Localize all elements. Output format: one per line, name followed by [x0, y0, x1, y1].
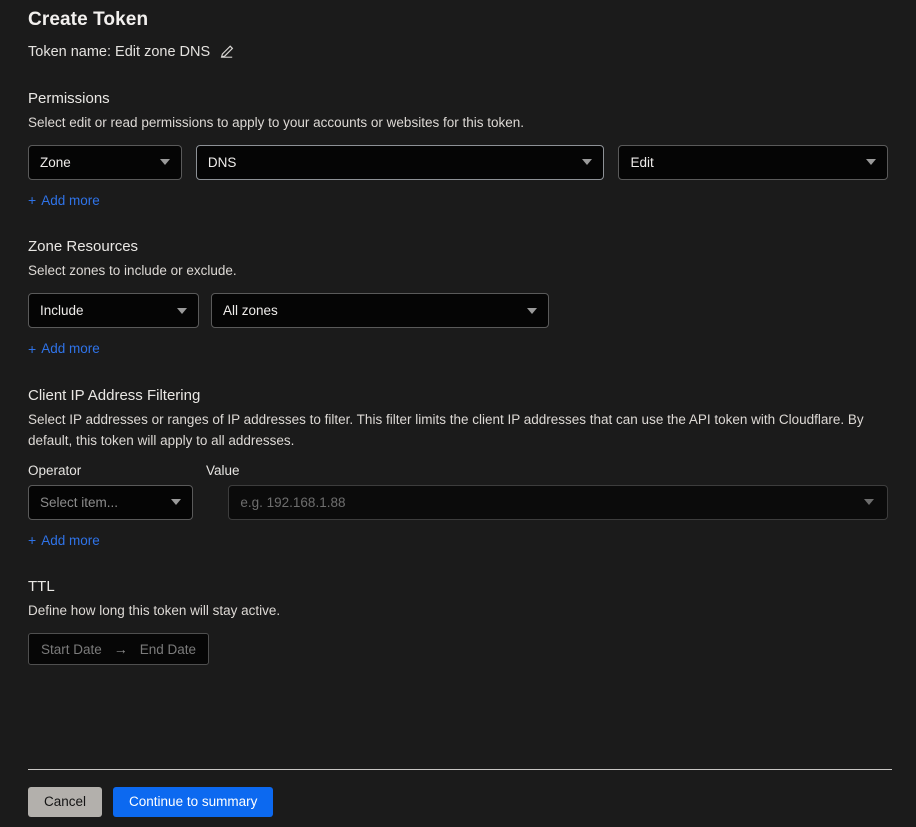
- page-title: Create Token: [28, 9, 149, 30]
- zone-resource-target-value: All zones: [223, 303, 278, 319]
- token-name-label: Token name: Edit zone DNS: [28, 44, 211, 60]
- client-ip-filtering-title: Client IP Address Filtering: [28, 386, 201, 404]
- client-ip-filtering-description: Select IP addresses or ranges of IP addr…: [28, 411, 864, 448]
- permissions-add-more-label: Add more: [41, 192, 100, 208]
- pencil-icon[interactable]: [219, 44, 235, 60]
- chevron-down-icon: [582, 159, 593, 166]
- permissions-description: Select edit or read permissions to apply…: [28, 115, 524, 130]
- permission-access-select[interactable]: Edit: [618, 144, 888, 180]
- chevron-down-icon: [865, 159, 876, 166]
- permission-scope-value: DNS: [207, 154, 237, 170]
- client-ip-value-placeholder: e.g. 192.168.1.88: [240, 494, 346, 510]
- zone-resource-mode-value: Include: [40, 303, 84, 319]
- chevron-down-icon: [159, 159, 170, 166]
- permissions-add-more-button[interactable]: + Add more: [28, 193, 100, 208]
- zone-resource-target-select[interactable]: All zones: [211, 293, 549, 329]
- permission-scope-select[interactable]: DNS: [195, 144, 605, 180]
- permission-resource-value: Zone: [40, 154, 71, 170]
- footer-actions: Cancel Continue to summary: [28, 787, 274, 817]
- permission-access-value: Edit: [630, 154, 654, 170]
- permissions-title: Permissions: [28, 90, 110, 107]
- chevron-down-icon: [527, 307, 537, 314]
- zone-resources-section: Zone Resources Select zones to include o…: [28, 238, 888, 358]
- ttl-end-date-input[interactable]: End Date: [140, 642, 196, 657]
- client-ip-add-more-label: Add more: [41, 532, 100, 548]
- ttl-start-date-input[interactable]: Start Date: [41, 642, 102, 657]
- plus-icon: +: [28, 192, 37, 209]
- client-ip-filtering-section: Client IP Address Filtering Select IP ad…: [28, 387, 888, 550]
- cancel-button[interactable]: Cancel: [28, 787, 103, 817]
- client-ip-add-more-button[interactable]: + Add more: [28, 533, 100, 548]
- zone-resources-title: Zone Resources: [28, 238, 139, 256]
- chevron-down-icon: [864, 499, 874, 506]
- create-token-page: Create Token Token name: Edit zone DNS P…: [0, 0, 916, 827]
- continue-to-summary-button[interactable]: Continue to summary: [113, 787, 274, 817]
- ttl-description: Define how long this token will stay act…: [28, 603, 281, 619]
- token-name-row: Token name: Edit zone DNS: [28, 42, 888, 62]
- ttl-title: TTL: [28, 578, 55, 596]
- client-ip-value-input[interactable]: e.g. 192.168.1.88: [228, 484, 888, 520]
- plus-icon: +: [28, 340, 37, 357]
- operator-label: Operator: [28, 462, 82, 478]
- value-label: Value: [206, 462, 240, 478]
- arrow-right-icon: →: [113, 641, 128, 658]
- plus-icon: +: [28, 532, 37, 549]
- zone-resources-row: Include All zones: [28, 293, 888, 329]
- chevron-down-icon: [171, 499, 182, 506]
- zone-resources-description: Select zones to include or exclude.: [28, 263, 237, 279]
- permissions-section: Permissions Select edit or read permissi…: [28, 90, 888, 210]
- client-ip-field-labels: Operator Value: [28, 463, 888, 478]
- ttl-section: TTL Define how long this token will stay…: [28, 578, 888, 666]
- footer-divider: [28, 769, 892, 770]
- ttl-date-range-picker[interactable]: Start Date → End Date: [28, 633, 210, 666]
- zone-resource-mode-select[interactable]: Include: [28, 293, 199, 329]
- zone-resources-add-more-label: Add more: [41, 341, 100, 357]
- zone-resources-add-more-button[interactable]: + Add more: [28, 341, 100, 356]
- permissions-row: Zone DNS Edit: [28, 144, 888, 180]
- chevron-down-icon: [177, 307, 187, 314]
- client-ip-filter-row: Select item... e.g. 192.168.1.88: [28, 484, 888, 520]
- permission-resource-select[interactable]: Zone: [28, 144, 182, 180]
- client-ip-operator-value: Select item...: [40, 494, 119, 510]
- client-ip-operator-select[interactable]: Select item...: [28, 484, 194, 520]
